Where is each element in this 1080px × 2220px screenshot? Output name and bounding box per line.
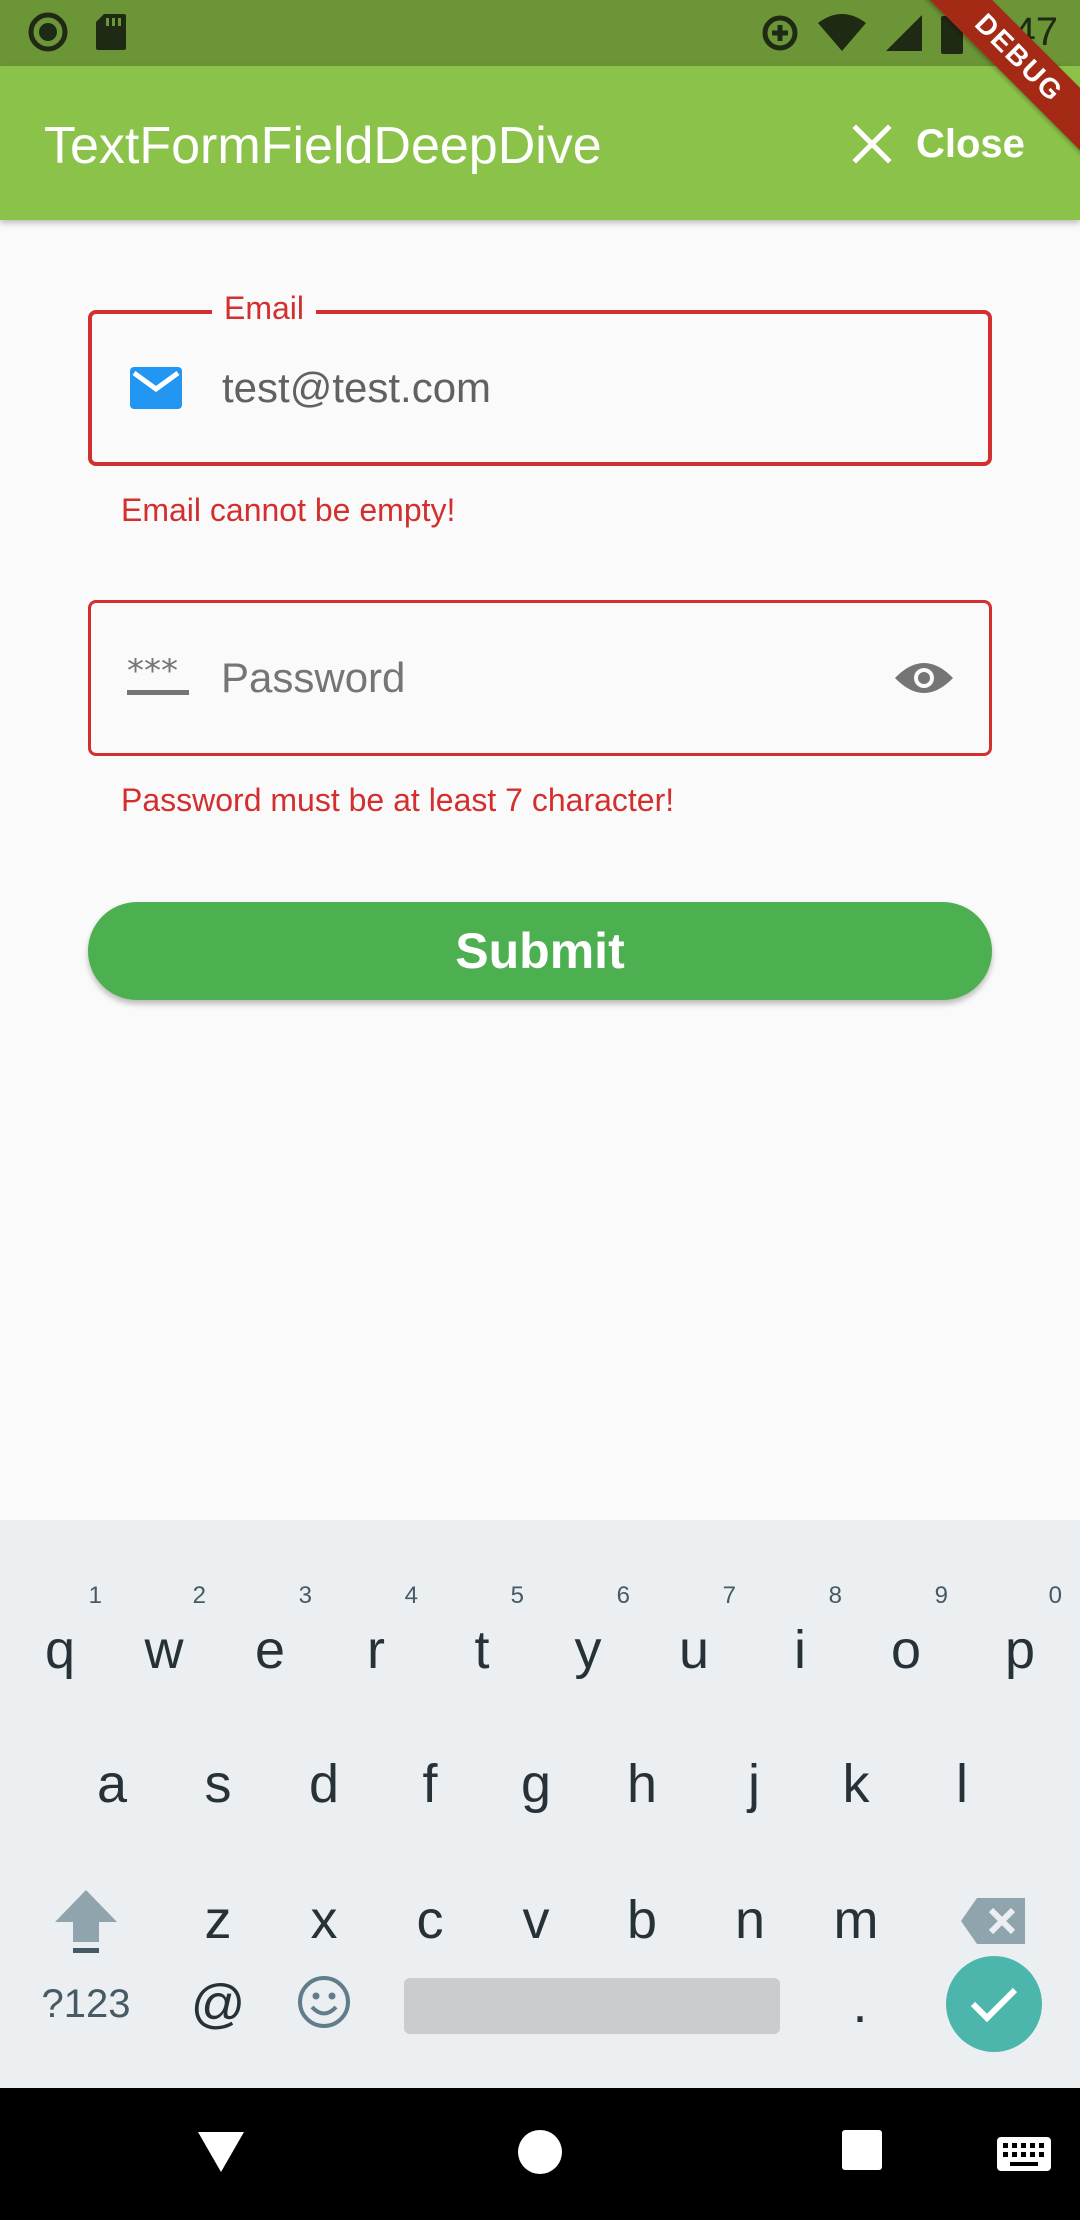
key-q[interactable]: q1: [10, 1582, 110, 1700]
key-u[interactable]: u7: [644, 1582, 744, 1700]
navigation-bar: [0, 2088, 1080, 2220]
key-e[interactable]: e3: [220, 1582, 320, 1700]
password-error: Password must be at least 7 character!: [121, 782, 675, 818]
key-l[interactable]: l: [912, 1734, 1012, 1834]
key-r[interactable]: r4: [326, 1582, 426, 1700]
password-field[interactable]: *** Password: [88, 600, 992, 756]
key-p[interactable]: p0: [970, 1582, 1070, 1700]
debug-banner: DEBUG: [920, 0, 1080, 160]
page-title: TextFormFieldDeepDive: [44, 117, 602, 175]
key-h[interactable]: h: [592, 1734, 692, 1834]
sd-card-icon: [96, 14, 126, 50]
key-hint: 1: [88, 1582, 102, 1609]
key-hint: 9: [934, 1582, 948, 1609]
key-b[interactable]: b: [592, 1870, 692, 1970]
key-hint: 8: [828, 1582, 842, 1609]
svg-text:***: ***: [127, 658, 178, 691]
key-hint: 4: [404, 1582, 418, 1609]
password-input[interactable]: Password: [221, 654, 405, 702]
key-hint: 3: [298, 1582, 312, 1609]
email-field[interactable]: Email test@test.com: [88, 290, 992, 466]
key-w[interactable]: w2: [114, 1582, 214, 1700]
space-key[interactable]: [404, 1978, 780, 2034]
status-bar: 4:47: [0, 0, 1080, 66]
shift-icon: [55, 1890, 117, 1953]
key-o[interactable]: o9: [856, 1582, 956, 1700]
eye-icon[interactable]: [893, 658, 955, 698]
done-key[interactable]: [946, 1956, 1042, 2052]
email-label: Email: [212, 290, 317, 327]
wifi-icon: [818, 13, 867, 51]
back-icon[interactable]: [196, 2128, 246, 2174]
key-hint: 2: [192, 1582, 206, 1609]
key-hint: 7: [722, 1582, 736, 1609]
key-t[interactable]: t5: [432, 1582, 532, 1700]
circle-notification-icon: [28, 12, 68, 52]
password-icon: ***: [127, 658, 189, 695]
key-j[interactable]: j: [704, 1734, 804, 1834]
key-n[interactable]: n: [700, 1870, 800, 1970]
data-saver-icon: [762, 15, 798, 50]
app-bar: TextFormFieldDeepDive Close: [0, 66, 1080, 220]
email-input[interactable]: test@test.com: [222, 364, 491, 412]
home-icon[interactable]: [516, 2128, 564, 2176]
email-icon: [130, 367, 182, 409]
key-at[interactable]: @: [168, 1954, 268, 2054]
key-period[interactable]: .: [810, 1954, 910, 2054]
close-icon: [852, 124, 892, 164]
emoji-key[interactable]: [274, 1954, 374, 2054]
key-g[interactable]: g: [486, 1734, 586, 1834]
debug-label: DEBUG: [922, 0, 1080, 155]
key-k[interactable]: k: [806, 1734, 906, 1834]
key-d[interactable]: d: [274, 1734, 374, 1834]
key-f[interactable]: f: [380, 1734, 480, 1834]
keyboard: q1 w2 e3 r4 t5 y6 u7 i8 o9 p0 a s d f g …: [0, 1520, 1080, 2088]
check-icon: [970, 1987, 1018, 2023]
symbols-key[interactable]: ?123: [26, 1954, 146, 2054]
key-y[interactable]: y6: [538, 1582, 638, 1700]
recents-icon[interactable]: [840, 2128, 884, 2172]
key-hint: 5: [510, 1582, 524, 1609]
key-c[interactable]: c: [380, 1870, 480, 1970]
key-i[interactable]: i8: [750, 1582, 850, 1700]
key-hint: 6: [616, 1582, 630, 1609]
key-a[interactable]: a: [62, 1734, 162, 1834]
key-v[interactable]: v: [486, 1870, 586, 1970]
backspace-key[interactable]: [944, 1870, 1044, 1970]
submit-button[interactable]: Submit: [88, 902, 992, 1000]
signal-icon: [886, 14, 923, 51]
backspace-icon: [961, 1898, 1025, 1944]
key-hint: 0: [1048, 1582, 1062, 1609]
emoji-icon: [298, 1976, 350, 2028]
key-s[interactable]: s: [168, 1734, 268, 1834]
keyboard-switch-icon[interactable]: [996, 2136, 1052, 2172]
email-error: Email cannot be empty!: [121, 492, 456, 528]
